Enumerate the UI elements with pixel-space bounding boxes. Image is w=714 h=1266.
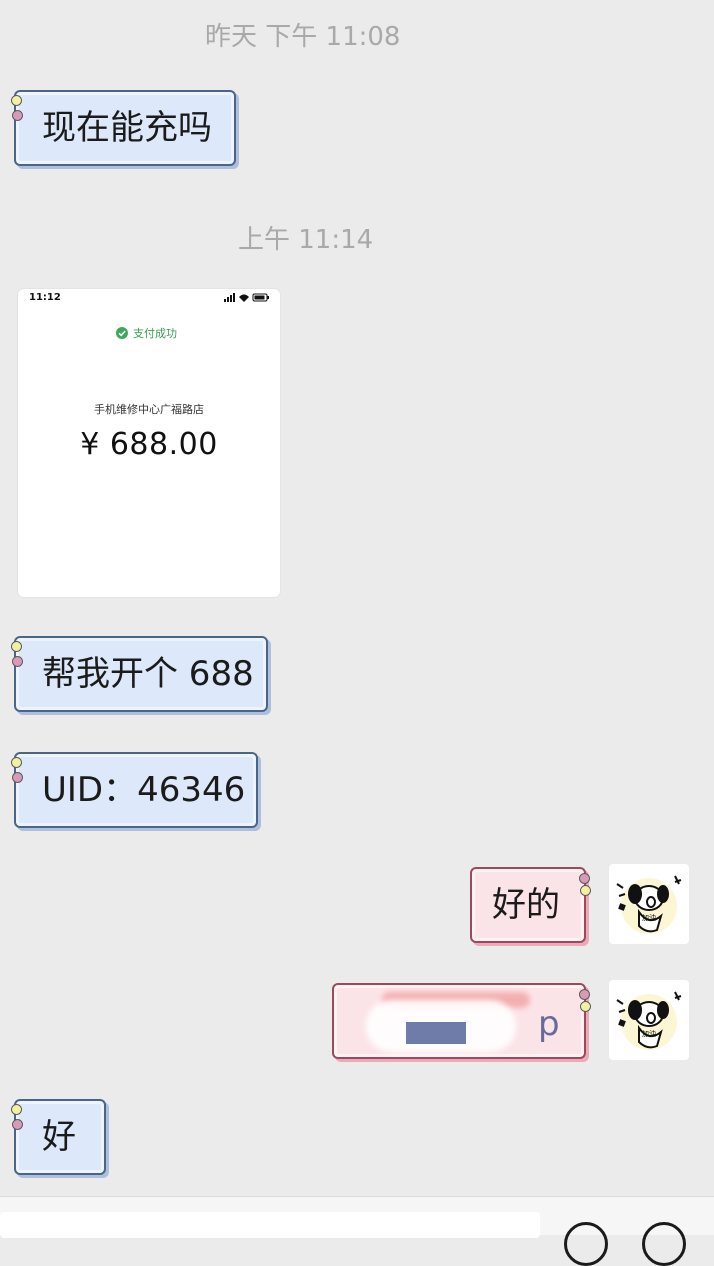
message-bubble-incoming[interactable]: 现在能充吗	[14, 90, 236, 166]
bubble-decoration-dot	[12, 110, 23, 121]
payment-screenshot-image[interactable]: 11:12 支付成功 手机维修中心广福路店 ¥ 688.00	[18, 289, 280, 597]
bubble-decoration-dot	[11, 1104, 22, 1115]
bubble-decoration-dot	[11, 95, 22, 106]
message-text: 帮我开个 688	[42, 654, 254, 694]
timestamp-yesterday: 昨天 下午 11:08	[205, 22, 401, 52]
cartoon-dog-icon: 加油	[616, 875, 682, 934]
bubble-decoration-dot	[579, 873, 590, 884]
message-text: 好	[42, 1117, 76, 1157]
message-input[interactable]	[0, 1212, 540, 1238]
svg-text:加油: 加油	[642, 1029, 656, 1038]
timestamp-morning: 上午 11:14	[238, 225, 374, 255]
bubble-decoration-dot	[11, 641, 22, 652]
emoji-icon[interactable]	[564, 1222, 608, 1266]
message-text: p	[538, 1004, 560, 1044]
bubble-decoration-dot	[12, 1119, 23, 1130]
merchant-name: 手机维修中心广福路店	[94, 403, 204, 416]
success-check-icon	[116, 327, 128, 339]
message-bubble-incoming[interactable]: 帮我开个 688	[14, 636, 268, 712]
payment-status-text: 支付成功	[133, 327, 177, 340]
cartoon-dog-icon: 加油	[616, 991, 682, 1050]
status-bar-time: 11:12	[29, 292, 61, 303]
bubble-decoration-dot	[580, 885, 591, 896]
message-bubble-outgoing[interactable]: 好的	[470, 867, 586, 943]
message-text: 好的	[492, 885, 560, 925]
message-bubble-incoming[interactable]: 好	[14, 1099, 106, 1175]
user-avatar[interactable]: 加油	[609, 980, 689, 1060]
message-text: 现在能充吗	[42, 108, 212, 148]
bubble-decoration-dot	[579, 989, 590, 1000]
user-avatar[interactable]: 加油	[609, 864, 689, 944]
redaction-block	[406, 1022, 466, 1044]
svg-text:加油: 加油	[642, 913, 656, 922]
bubble-decoration-dot	[11, 757, 22, 768]
bubble-decoration-dot	[580, 1001, 591, 1012]
message-bubble-incoming[interactable]: UID：46346	[14, 752, 258, 828]
bubble-decoration-dot	[12, 656, 23, 667]
add-icon[interactable]	[642, 1222, 686, 1266]
bubble-decoration-dot	[12, 772, 23, 783]
payment-amount: ¥ 688.00	[80, 427, 218, 462]
message-text: UID：46346	[42, 770, 246, 810]
payment-status: 支付成功	[116, 325, 177, 341]
status-bar-icons	[224, 293, 269, 302]
